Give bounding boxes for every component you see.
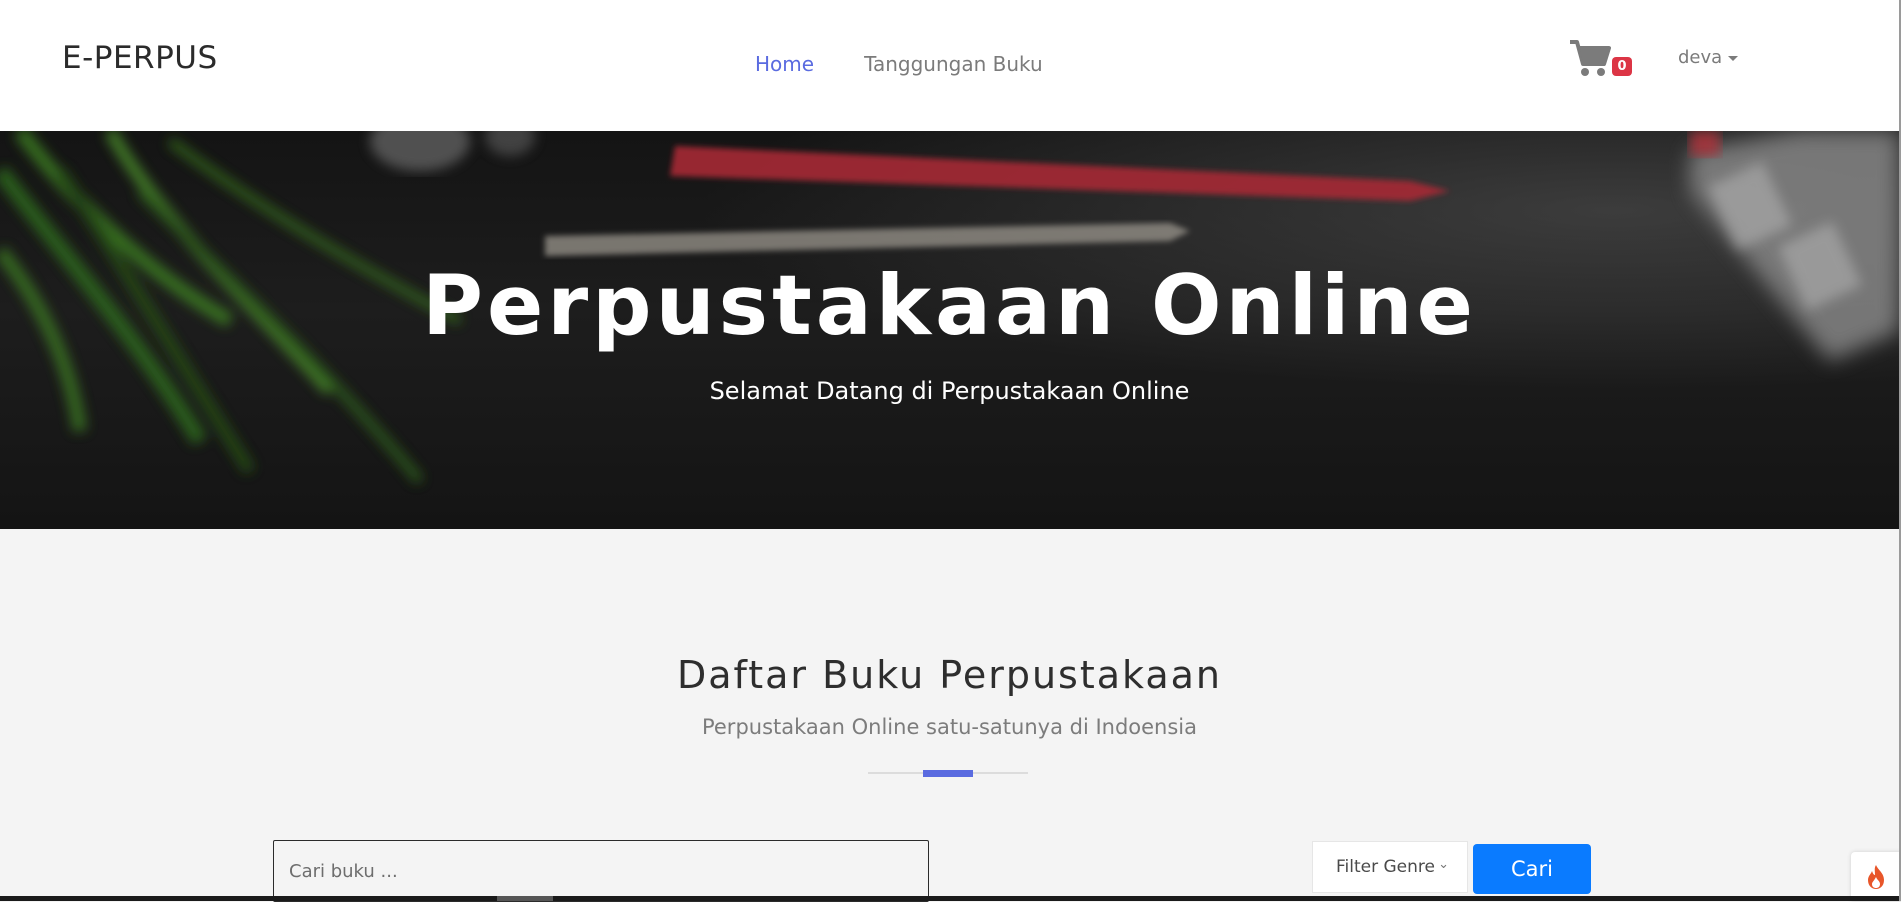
- chevron-down-icon: ⌄: [1438, 857, 1449, 872]
- hero-subtitle: Selamat Datang di Perpustakaan Online: [709, 377, 1190, 405]
- search-input[interactable]: [273, 840, 929, 902]
- section-subtitle: Perpustakaan Online satu-satunya di Indo…: [701, 715, 1198, 739]
- hero-banner: Perpustakaan Online Selamat Datang di Pe…: [0, 131, 1899, 529]
- genre-filter-select[interactable]: Filter Genre ⌄: [1312, 841, 1468, 893]
- user-name: deva: [1678, 47, 1723, 68]
- horizontal-scrollbar-thumb[interactable]: [497, 896, 553, 901]
- brand-logo[interactable]: E-PERPUS: [62, 40, 218, 76]
- user-menu-dropdown[interactable]: deva: [1678, 47, 1739, 68]
- cart-icon: [1570, 40, 1611, 76]
- genre-filter-label: Filter Genre: [1336, 857, 1435, 877]
- nav-links: Home Tanggungan Buku: [755, 52, 1043, 76]
- navbar: E-PERPUS Home Tanggungan Buku 0 deva: [0, 0, 1899, 131]
- caret-down-icon: [1728, 56, 1739, 61]
- nav-link-tanggungan-buku[interactable]: Tanggungan Buku: [864, 52, 1043, 76]
- section-title: Daftar Buku Perpustakaan: [676, 653, 1223, 697]
- hero-title: Perpustakaan Online: [422, 257, 1477, 354]
- cart-button[interactable]: 0: [1569, 38, 1639, 82]
- floating-flame-button[interactable]: [1851, 852, 1901, 901]
- search-button[interactable]: Cari: [1473, 844, 1591, 894]
- flame-icon: [1868, 864, 1884, 889]
- page: E-PERPUS Home Tanggungan Buku 0 deva Per…: [0, 0, 1901, 902]
- horizontal-scrollbar[interactable]: [0, 896, 1899, 901]
- section-divider-accent: [923, 770, 973, 777]
- cart-count-badge: 0: [1612, 57, 1632, 76]
- nav-link-home[interactable]: Home: [755, 52, 814, 76]
